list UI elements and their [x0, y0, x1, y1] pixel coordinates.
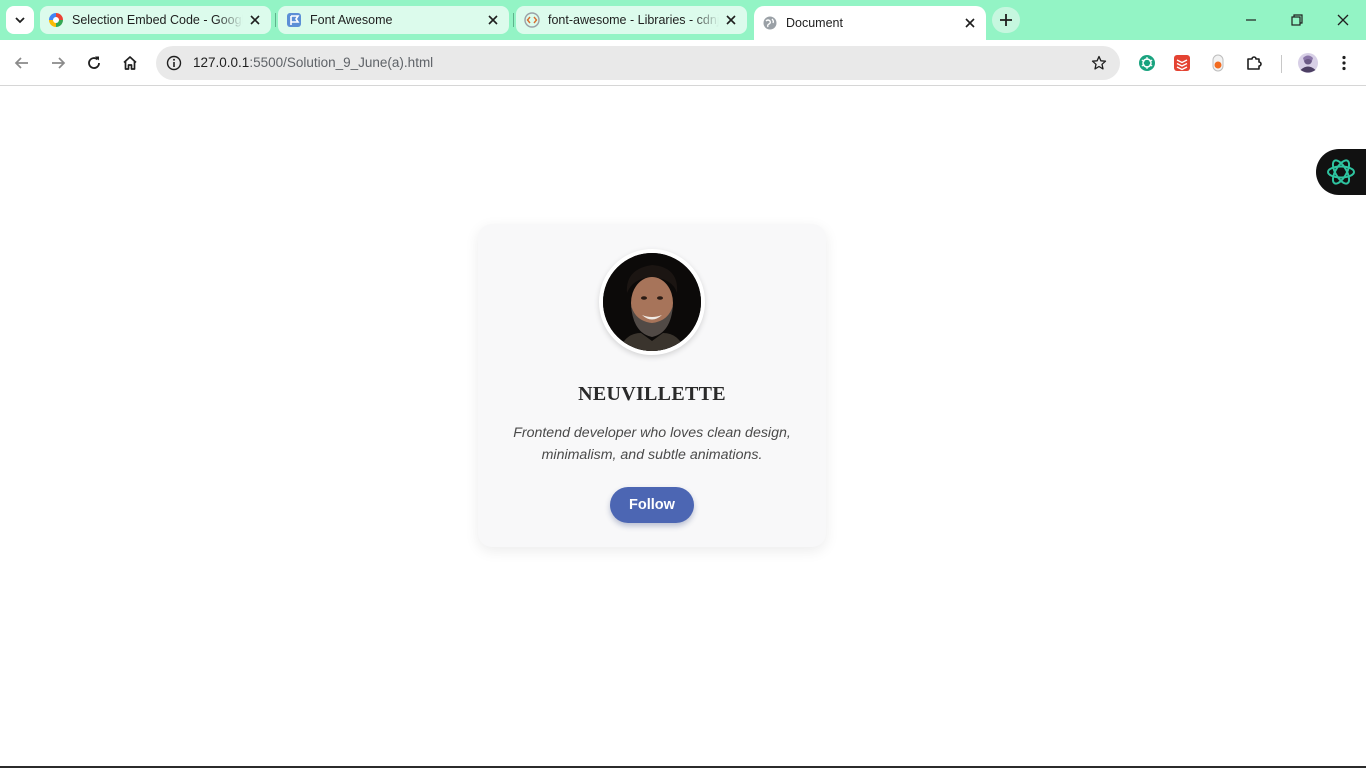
honey-extension-icon[interactable] [1208, 53, 1228, 73]
arrow-right-icon [52, 57, 66, 69]
reload-button[interactable] [79, 48, 109, 78]
tab-strip: Selection Embed Code - Google Font Aweso… [0, 0, 1366, 40]
tab-separator [513, 13, 514, 27]
arrow-left-icon [14, 57, 28, 69]
openai-icon [1327, 159, 1355, 185]
profile-avatar[interactable] [1297, 52, 1319, 74]
star-icon[interactable] [1090, 54, 1108, 72]
url-path: :5500/Solution_9_June(a).html [249, 55, 434, 70]
tab-selection-embed[interactable]: Selection Embed Code - Google [40, 6, 271, 34]
page-content: NEUVILLETTE Frontend developer who loves… [0, 87, 1366, 766]
todoist-extension-icon[interactable] [1172, 53, 1192, 73]
cdnjs-icon [524, 12, 540, 28]
address-bar[interactable]: 127.0.0.1:5500/Solution_9_June(a).html [156, 46, 1120, 80]
profile-bio: Frontend developer who loves clean desig… [513, 425, 791, 463]
tab-search-button[interactable] [6, 6, 34, 34]
restore-icon [1291, 14, 1303, 26]
url-host: 127.0.0.1 [193, 55, 250, 70]
font-awesome-icon [286, 12, 302, 28]
home-icon [123, 56, 137, 70]
tab-title: Font Awesome [310, 13, 393, 27]
chatgpt-extension-icon[interactable] [1137, 53, 1157, 73]
ai-assistant-button[interactable] [1316, 149, 1366, 195]
minimize-icon [1246, 19, 1256, 21]
follow-button[interactable]: Follow [610, 487, 694, 523]
profile-card: NEUVILLETTE Frontend developer who loves… [478, 224, 826, 547]
kebab-menu-icon[interactable] [1334, 53, 1354, 73]
puzzle-extensions-icon[interactable] [1244, 53, 1264, 73]
url-text[interactable]: 127.0.0.1:5500/Solution_9_June(a).html [193, 55, 433, 70]
reload-icon [88, 56, 100, 69]
tab-separator [275, 13, 276, 27]
close-icon[interactable] [247, 12, 263, 28]
close-icon[interactable] [723, 12, 739, 28]
close-window-button[interactable] [1320, 0, 1366, 40]
tab-title: Document [786, 16, 843, 30]
tab-title: font-awesome - Libraries - cdnjs [548, 13, 719, 27]
avatar [599, 249, 705, 355]
profile-name: NEUVILLETTE [578, 383, 726, 405]
tab-document[interactable]: Document [754, 6, 986, 40]
minimize-button[interactable] [1228, 0, 1274, 40]
home-button[interactable] [115, 48, 145, 78]
close-icon[interactable] [962, 15, 978, 31]
info-icon[interactable] [164, 53, 184, 73]
google-icon [48, 12, 64, 28]
restore-button[interactable] [1274, 0, 1320, 40]
close-icon[interactable] [485, 12, 501, 28]
browser-toolbar: 127.0.0.1:5500/Solution_9_June(a).html [0, 40, 1366, 86]
toolbar-divider [1281, 55, 1282, 73]
close-icon [1337, 14, 1349, 26]
back-button[interactable] [7, 48, 37, 78]
globe-icon [762, 15, 778, 31]
chevron-down-icon [15, 17, 25, 24]
forward-button[interactable] [43, 48, 73, 78]
tab-cdnjs[interactable]: font-awesome - Libraries - cdnjs [516, 6, 747, 34]
tab-font-awesome[interactable]: Font Awesome [278, 6, 509, 34]
plus-icon [1000, 14, 1012, 26]
tab-title: Selection Embed Code - Google [72, 13, 243, 27]
new-tab-button[interactable] [992, 7, 1020, 33]
